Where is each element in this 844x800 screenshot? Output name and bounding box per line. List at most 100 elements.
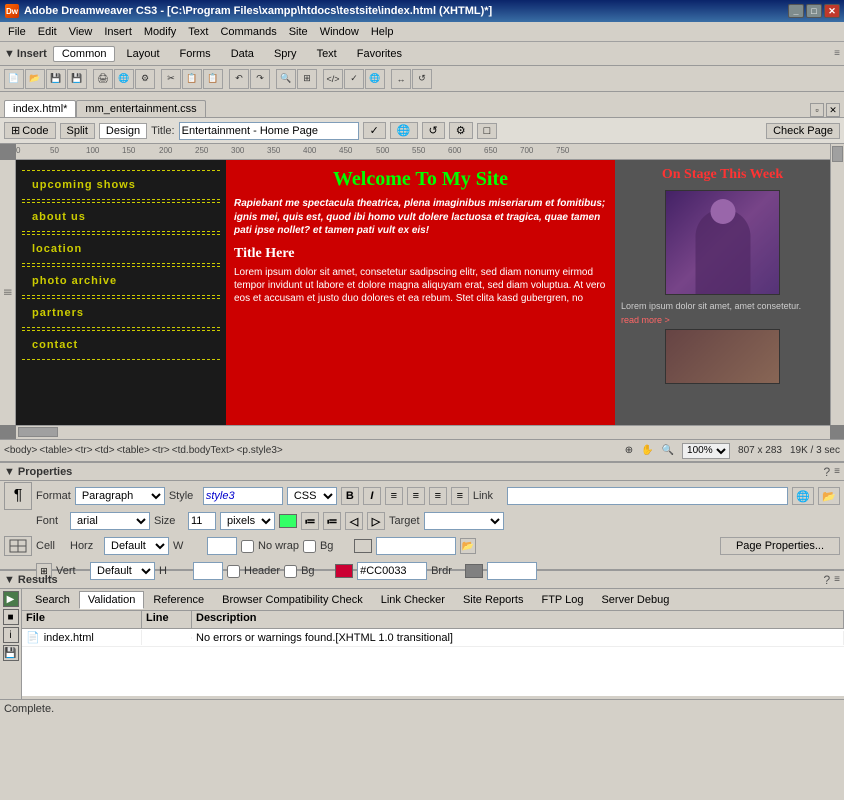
italic-button[interactable]: I bbox=[363, 487, 381, 505]
tab-common[interactable]: Common bbox=[53, 46, 116, 62]
tab-forms[interactable]: Forms bbox=[171, 46, 220, 62]
cell-bg-input[interactable] bbox=[376, 537, 456, 555]
results-expand-icon[interactable]: ▼ bbox=[4, 574, 15, 586]
results-tab-validation[interactable]: Validation bbox=[79, 591, 145, 609]
menu-file[interactable]: File bbox=[2, 24, 32, 40]
cell-bg2-input[interactable] bbox=[357, 562, 427, 580]
panel-expand-icon[interactable]: ▼ bbox=[4, 466, 15, 478]
tab-text[interactable]: Text bbox=[308, 46, 346, 62]
tab-spry[interactable]: Spry bbox=[265, 46, 306, 62]
ordered-list-button[interactable]: ≔ bbox=[323, 512, 341, 530]
minimize-button[interactable]: _ bbox=[788, 4, 804, 18]
new-doc-icon[interactable]: 📄 bbox=[4, 69, 24, 89]
font-select[interactable]: arial bbox=[70, 512, 150, 530]
align-left-button[interactable]: ≡ bbox=[385, 487, 403, 505]
w-input[interactable] bbox=[207, 537, 237, 555]
results-tab-browser-compat[interactable]: Browser Compatibility Check bbox=[213, 591, 372, 609]
browser-preview-button[interactable]: 🌐 bbox=[390, 122, 418, 139]
link-input[interactable] bbox=[507, 487, 788, 505]
bg-checkbox[interactable] bbox=[303, 540, 316, 553]
check-page-button[interactable]: Check Page bbox=[766, 123, 840, 139]
redo-icon[interactable]: ↷ bbox=[250, 69, 270, 89]
size-unit-select[interactable]: pixels bbox=[220, 512, 275, 530]
split-view-button[interactable]: Split bbox=[60, 123, 95, 139]
refresh-button[interactable]: ↺ bbox=[422, 122, 445, 139]
zoom-select[interactable]: 100% bbox=[682, 443, 730, 459]
menu-site[interactable]: Site bbox=[283, 24, 314, 40]
unordered-list-button[interactable]: ≔ bbox=[301, 512, 319, 530]
validate-icon[interactable]: ✓ bbox=[344, 69, 364, 89]
validate-markup-button[interactable]: ✓ bbox=[363, 122, 386, 139]
results-tab-reference[interactable]: Reference bbox=[144, 591, 213, 609]
h-input[interactable] bbox=[193, 562, 223, 580]
link-folder-button[interactable]: 📂 bbox=[818, 487, 840, 505]
tab-favorites[interactable]: Favorites bbox=[348, 46, 411, 62]
cut-icon[interactable]: ✂ bbox=[161, 69, 181, 89]
scroll-thumb[interactable] bbox=[832, 146, 843, 162]
refresh-icon[interactable]: ↺ bbox=[412, 69, 432, 89]
run-button[interactable]: ▶ bbox=[3, 591, 19, 607]
page-properties-button[interactable]: Page Properties... bbox=[720, 537, 840, 555]
results-options-icon[interactable]: ≡ bbox=[834, 574, 840, 585]
menu-window[interactable]: Window bbox=[314, 24, 365, 40]
menu-modify[interactable]: Modify bbox=[138, 24, 182, 40]
save-report-button[interactable]: 💾 bbox=[3, 645, 19, 661]
doc-tab-css[interactable]: mm_entertainment.css bbox=[76, 100, 205, 117]
results-tab-link-checker[interactable]: Link Checker bbox=[372, 591, 454, 609]
close-doc-button[interactable]: ✕ bbox=[826, 103, 840, 117]
page-title-input[interactable] bbox=[179, 122, 359, 140]
debug-icon[interactable]: ⚙ bbox=[135, 69, 155, 89]
code-view-button[interactable]: ⊞ Code bbox=[4, 122, 56, 139]
close-button[interactable]: ✕ bbox=[824, 4, 840, 18]
bold-button[interactable]: B bbox=[341, 487, 359, 505]
paste-icon[interactable]: 📋 bbox=[203, 69, 223, 89]
style-selector[interactable]: CSS bbox=[287, 487, 337, 505]
cell-bg-swatch[interactable] bbox=[354, 539, 372, 553]
scroll-thumb-h[interactable] bbox=[18, 427, 58, 437]
print-icon[interactable]: 🖨 bbox=[93, 69, 113, 89]
results-help-icon[interactable]: ? bbox=[823, 573, 830, 587]
indent-button[interactable]: ▷ bbox=[367, 512, 385, 530]
sidebar-readmore-link[interactable]: read more > bbox=[621, 315, 824, 325]
save-all-icon[interactable]: 💾 bbox=[67, 69, 87, 89]
visual-aids-button[interactable]: □ bbox=[477, 123, 498, 139]
cell-bg-folder-button[interactable]: 📂 bbox=[460, 538, 476, 554]
tab-layout[interactable]: Layout bbox=[117, 46, 168, 62]
align-justify-button[interactable]: ≡ bbox=[451, 487, 469, 505]
panel-options-icon[interactable]: ≡ bbox=[834, 48, 840, 59]
menu-commands[interactable]: Commands bbox=[214, 24, 282, 40]
menu-edit[interactable]: Edit bbox=[32, 24, 63, 40]
save-icon[interactable]: 💾 bbox=[46, 69, 66, 89]
bg2-checkbox[interactable] bbox=[284, 565, 297, 578]
style-input[interactable] bbox=[203, 487, 283, 505]
view-options-button[interactable]: ⚙ bbox=[449, 122, 473, 139]
expand-icon[interactable]: ⊞ bbox=[297, 69, 317, 89]
align-right-button[interactable]: ≡ bbox=[429, 487, 447, 505]
tab-data[interactable]: Data bbox=[222, 46, 263, 62]
preview-icon[interactable]: 🌐 bbox=[114, 69, 134, 89]
vert-select[interactable]: Default bbox=[90, 562, 155, 580]
menu-text[interactable]: Text bbox=[182, 24, 214, 40]
text-color-swatch[interactable] bbox=[279, 514, 297, 528]
info-button[interactable]: i bbox=[3, 627, 19, 643]
results-tab-search[interactable]: Search bbox=[26, 591, 79, 609]
target-select[interactable] bbox=[424, 512, 504, 530]
stop-button[interactable]: ■ bbox=[3, 609, 19, 625]
scrollbar-horizontal[interactable] bbox=[16, 425, 830, 439]
results-tab-site-reports[interactable]: Site Reports bbox=[454, 591, 533, 609]
outdent-button[interactable]: ◁ bbox=[345, 512, 363, 530]
align-center-button[interactable]: ≡ bbox=[407, 487, 425, 505]
link-globe-button[interactable]: 🌐 bbox=[792, 487, 814, 505]
results-tab-ftp-log[interactable]: FTP Log bbox=[532, 591, 592, 609]
horz-select[interactable]: Default bbox=[104, 537, 169, 555]
size-input[interactable] bbox=[188, 512, 216, 530]
undo-icon[interactable]: ↶ bbox=[229, 69, 249, 89]
tag-icon[interactable]: </> bbox=[323, 69, 343, 89]
find-icon[interactable]: 🔍 bbox=[276, 69, 296, 89]
restore-doc-button[interactable]: ▫ bbox=[810, 103, 824, 117]
properties-options-icon[interactable]: ≡ bbox=[834, 466, 840, 477]
scrollbar-vertical[interactable] bbox=[830, 144, 844, 425]
copy-icon[interactable]: 📋 bbox=[182, 69, 202, 89]
maximize-button[interactable]: □ bbox=[806, 4, 822, 18]
doc-tab-index[interactable]: index.html* bbox=[4, 100, 76, 117]
